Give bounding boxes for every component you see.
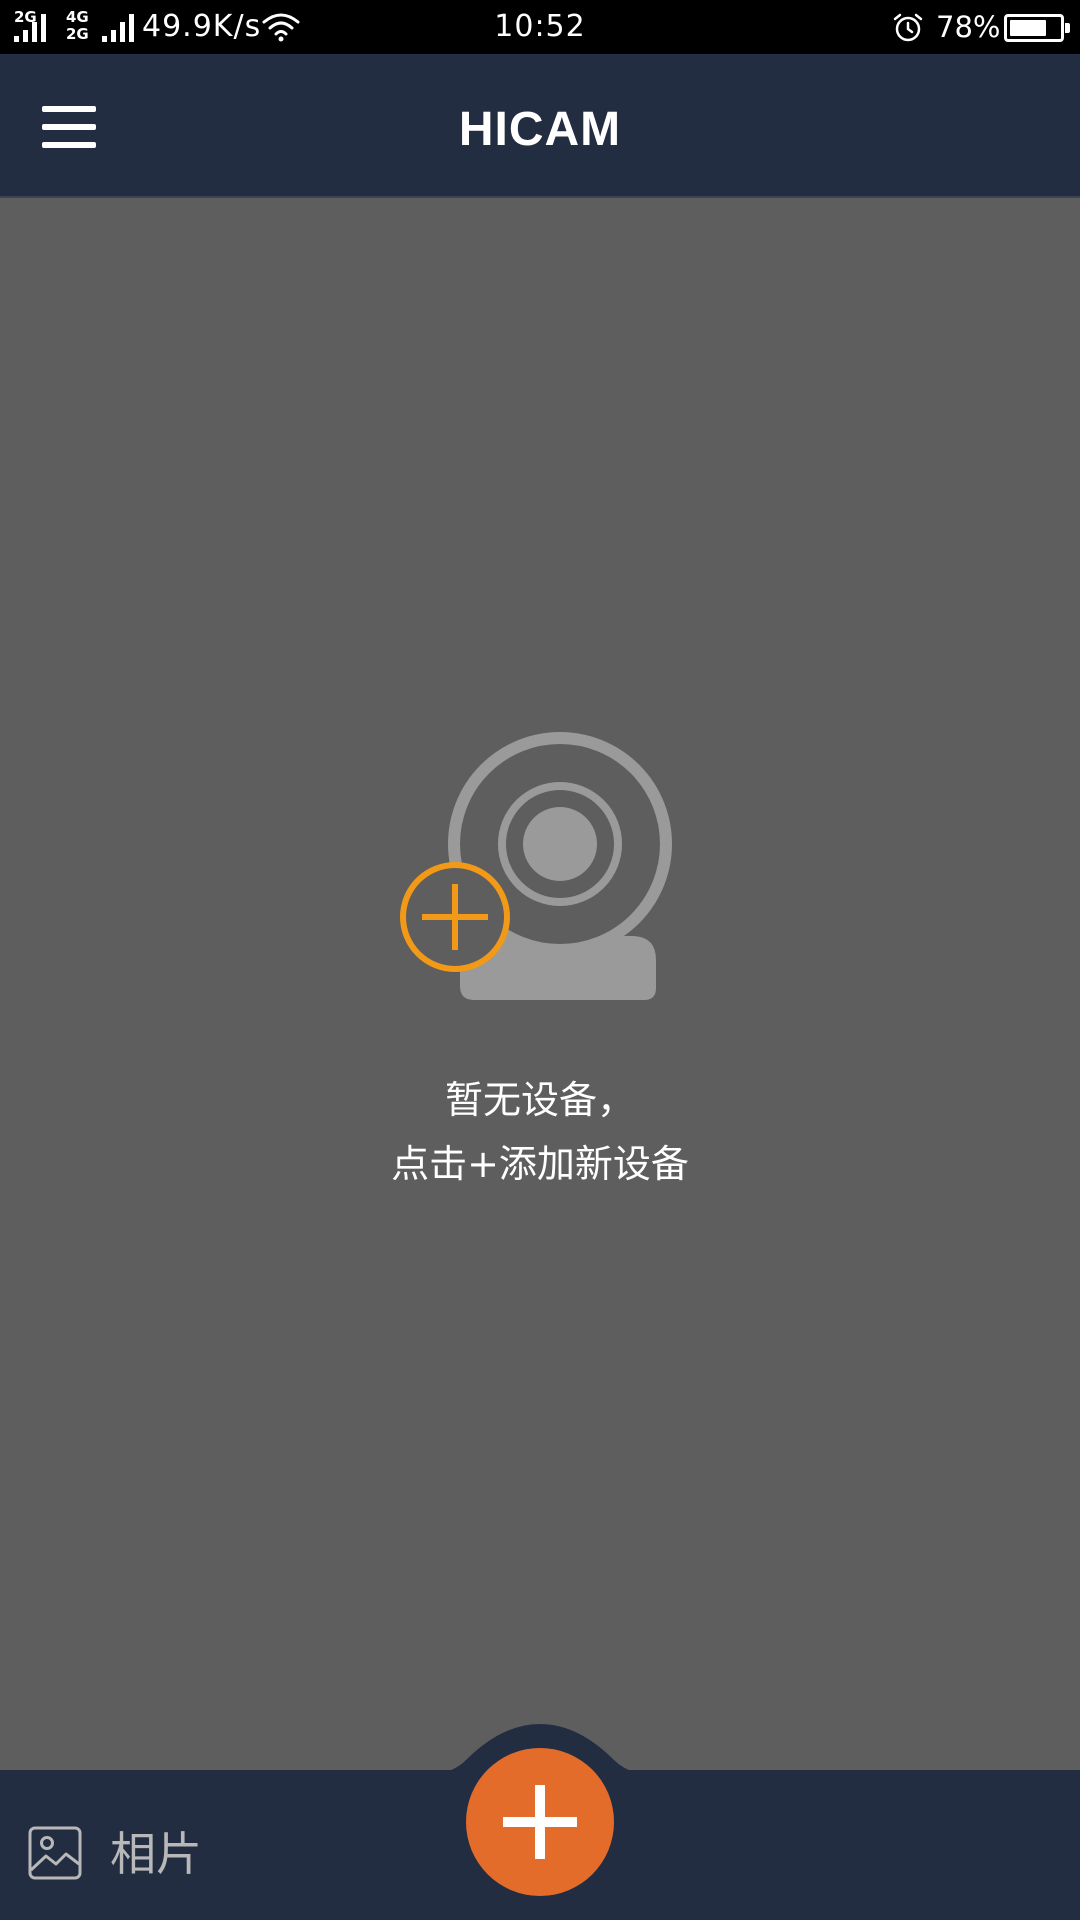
plus-icon [503, 1785, 577, 1859]
empty-state-message: 暂无设备， 点击+添加新设备 [0, 1068, 1080, 1196]
empty-line-2: 点击+添加新设备 [391, 1142, 689, 1186]
image-icon [28, 1826, 82, 1880]
app-header: HICAM [0, 54, 1080, 198]
battery-percent: 78% [936, 10, 1001, 44]
status-bar: 2G 4G 2G 49.9K/s 10:52 78% [0, 0, 1080, 54]
add-device-button[interactable] [466, 1748, 614, 1896]
app-title: HICAM [458, 103, 622, 156]
alarm-icon [893, 13, 923, 42]
device-list-empty: 暂无设备， 点击+添加新设备 [0, 198, 1080, 1770]
empty-line-1: 暂无设备， [444, 1078, 635, 1122]
photos-label: 相片 [110, 1827, 202, 1881]
battery-icon [1004, 14, 1070, 42]
webcam-add-icon [400, 732, 672, 1000]
